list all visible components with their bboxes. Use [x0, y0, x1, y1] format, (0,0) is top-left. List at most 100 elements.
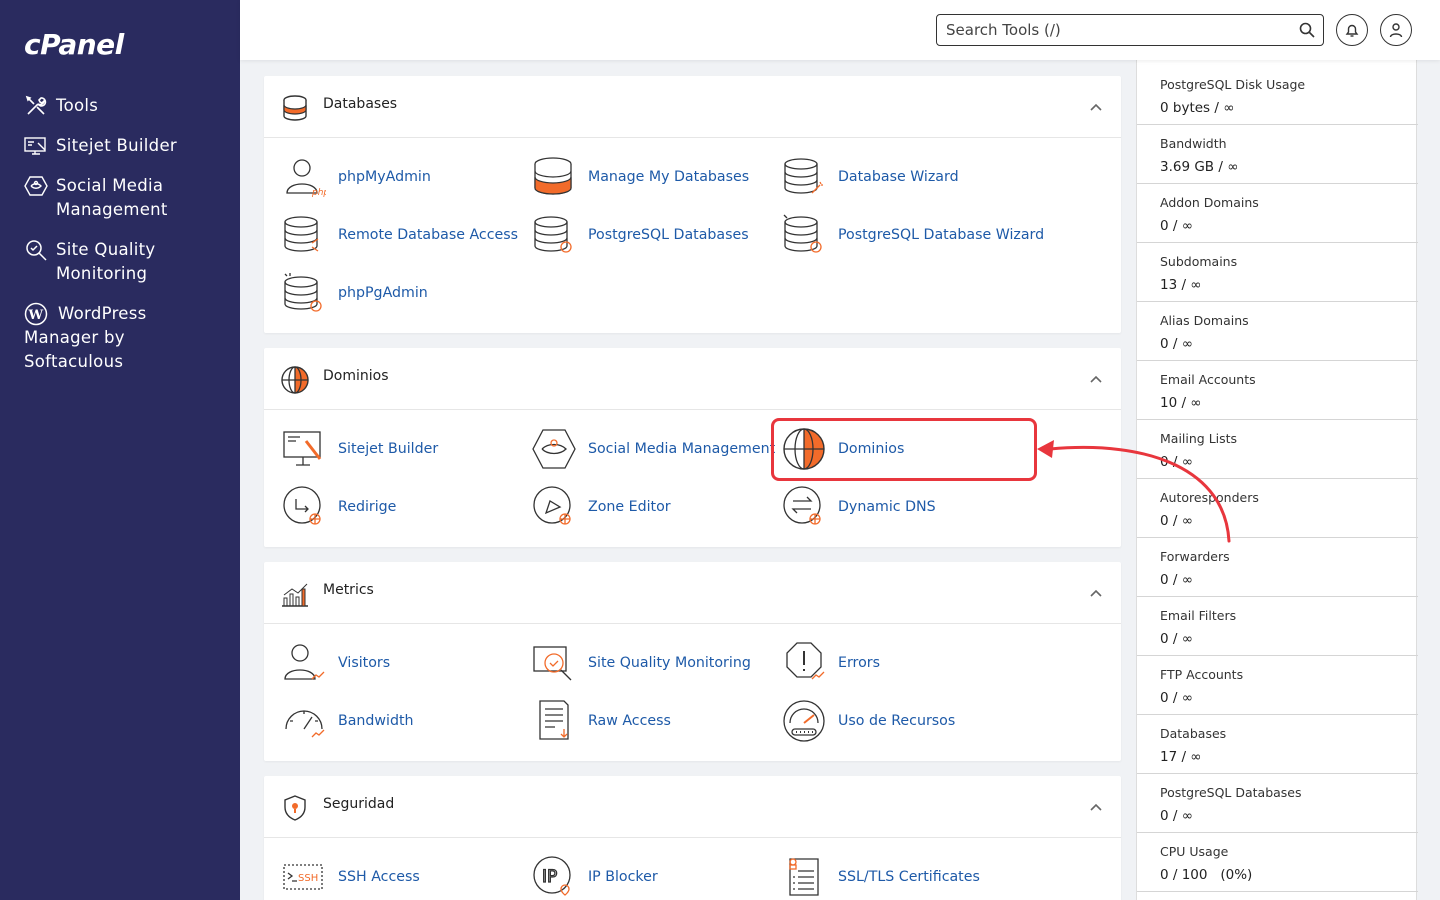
stat-value: 0 / ∞: [1160, 336, 1193, 352]
sidebar: cPanel Tools Sitejet Builder Social Medi…: [0, 0, 240, 900]
tool-sitejet-builder[interactable]: Sitejet Builder: [282, 427, 438, 471]
sidebar-item-sitejet[interactable]: Sitejet Builder: [24, 134, 224, 158]
tool-resource-usage[interactable]: Uso de Recursos: [782, 699, 955, 743]
tool-label: PostgreSQL Databases: [588, 227, 749, 243]
raw-access-icon: [539, 700, 569, 740]
ssl-certificates-icon: [789, 858, 819, 896]
tool-manage-databases[interactable]: Manage My Databases: [532, 155, 749, 199]
stat-label: PostgreSQL Disk Usage: [1160, 77, 1306, 92]
tool-label: PostgreSQL Database Wizard: [838, 227, 1045, 243]
statistics-panel: PostgreSQL Disk Usage 0 bytes / ∞ Bandwid…: [1136, 60, 1418, 900]
tool-label: Remote Database Access: [338, 227, 519, 243]
bell-icon: [1345, 24, 1359, 37]
tool-label: Uso de Recursos: [838, 713, 956, 729]
chevron-up-icon[interactable]: [1089, 372, 1103, 386]
stat-item: Addon Domains 0 / ∞: [1137, 184, 1418, 243]
stat-label: Email Filters: [1160, 608, 1237, 623]
wordpress-icon: W: [24, 302, 48, 326]
tool-ip-blocker[interactable]: IP IP Blocker: [532, 855, 658, 899]
panel-header[interactable]: Dominios: [264, 348, 1121, 410]
tool-remote-database-access[interactable]: Remote Database Access: [282, 213, 518, 257]
social-media-icon: [24, 176, 48, 196]
sidebar-item-wordpress[interactable]: W WordPress Manager by Softaculous: [24, 302, 224, 374]
search-input[interactable]: [937, 15, 1287, 45]
chevron-up-icon[interactable]: [1089, 100, 1103, 114]
user-menu-button[interactable]: [1380, 14, 1412, 46]
sitejet-icon: [24, 137, 46, 155]
tool-phppgadmin[interactable]: phpPgAdmin: [282, 271, 428, 315]
sidebar-nav: Tools Sitejet Builder Social Media Manag…: [24, 94, 224, 390]
tool-domains[interactable]: Dominios: [782, 427, 904, 471]
tool-zone-editor[interactable]: Zone Editor: [532, 485, 671, 529]
bandwidth-icon: [285, 710, 325, 738]
tool-raw-access[interactable]: Raw Access: [532, 699, 671, 743]
panel-metrics: Metrics Visitors Site Quality Monitoring…: [264, 562, 1121, 761]
tool-visitors[interactable]: Visitors: [282, 641, 390, 685]
tool-postgresql-database-wizard[interactable]: PostgreSQL Database Wizard: [782, 213, 1044, 257]
stat-item: Forwarders 0 / ∞: [1137, 538, 1418, 597]
panel-title: Metrics: [323, 582, 374, 598]
stat-label: Autoresponders: [1160, 490, 1259, 505]
stat-item: Bandwidth 3.69 GB / ∞: [1137, 125, 1418, 184]
panel-title: Dominios: [323, 368, 389, 384]
tool-label: IP Blocker: [588, 869, 658, 885]
sidebar-item-tools[interactable]: Tools: [24, 94, 224, 118]
panel-title: Seguridad: [323, 796, 395, 812]
tool-errors[interactable]: Errors: [782, 641, 880, 685]
tool-label: phpMyAdmin: [338, 169, 431, 185]
tool-site-quality-monitoring[interactable]: Site Quality Monitoring: [532, 641, 751, 685]
notifications-button[interactable]: [1336, 14, 1368, 46]
tool-label: Site Quality Monitoring: [588, 655, 751, 671]
panel-header[interactable]: Metrics: [264, 562, 1121, 624]
panel-header[interactable]: Databases: [264, 76, 1121, 138]
cpanel-logo[interactable]: cPanel: [24, 28, 124, 61]
sidebar-item-site-quality[interactable]: Site Quality Monitoring: [24, 238, 224, 286]
search-icon[interactable]: [1299, 22, 1315, 38]
ip-blocker-icon: IP: [533, 856, 571, 896]
stat-label: Subdomains: [1160, 254, 1238, 269]
sidebar-item-social-media[interactable]: Social Media Management: [24, 174, 224, 222]
tool-label: Visitors: [338, 655, 391, 671]
stat-label: FTP Accounts: [1160, 667, 1244, 682]
panel-header[interactable]: Seguridad: [264, 776, 1121, 838]
tool-bandwidth[interactable]: Bandwidth: [282, 699, 414, 743]
tool-label: Dominios: [838, 441, 905, 457]
stat-label: CPU Usage: [1160, 844, 1229, 859]
tool-postgresql-databases[interactable]: PostgreSQL Databases: [532, 213, 749, 257]
stat-label: Email Accounts: [1160, 372, 1256, 387]
search-box[interactable]: [936, 14, 1324, 46]
phpmyadmin-icon: php: [286, 159, 326, 198]
tool-social-media-management[interactable]: Social Media Management: [532, 427, 775, 471]
user-icon: [1389, 23, 1403, 38]
stat-item: Email Accounts 10 / ∞: [1137, 361, 1418, 420]
tool-label: Manage My Databases: [588, 169, 750, 185]
tool-label: Bandwidth: [338, 713, 414, 729]
stat-value: 0 / ∞: [1160, 690, 1193, 706]
chevron-up-icon[interactable]: [1089, 586, 1103, 600]
tool-ssh-access[interactable]: SSH SSH Access: [282, 855, 420, 899]
phppgadmin-icon: [284, 273, 322, 312]
tools-icon: [25, 95, 47, 115]
svg-text:W: W: [28, 308, 44, 323]
svg-text:php: php: [311, 188, 326, 198]
stat-item: PostgreSQL Disk Usage 0 bytes / ∞: [1137, 66, 1418, 125]
tool-label: Zone Editor: [588, 499, 671, 515]
stat-value: 0 / ∞: [1160, 513, 1193, 529]
tool-redirects[interactable]: Redirige: [282, 485, 396, 529]
stat-item: Alias Domains 0 / ∞: [1137, 302, 1418, 361]
stat-item: Email Filters 0 / ∞: [1137, 597, 1418, 656]
stat-value: 0 / ∞: [1160, 218, 1193, 234]
panel-databases: Databases php phpMyAdmin Manage My Datab…: [264, 76, 1121, 333]
tool-ssl-tls-certificates[interactable]: SSL/TLS Certificates: [782, 855, 980, 899]
stat-item: Databases 17 / ∞: [1137, 715, 1418, 774]
domains-globe-icon: [783, 428, 825, 470]
stat-value: 0 / ∞: [1160, 454, 1193, 470]
tool-dynamic-dns[interactable]: Dynamic DNS: [782, 485, 936, 529]
tool-label: phpPgAdmin: [338, 285, 428, 301]
chevron-up-icon[interactable]: [1089, 800, 1103, 814]
tool-phpmyadmin[interactable]: php phpMyAdmin: [282, 155, 431, 199]
top-header: [240, 0, 1440, 60]
tool-database-wizard[interactable]: Database Wizard: [782, 155, 959, 199]
postgresql-databases-icon: [534, 216, 572, 253]
tool-label: Raw Access: [588, 713, 671, 729]
